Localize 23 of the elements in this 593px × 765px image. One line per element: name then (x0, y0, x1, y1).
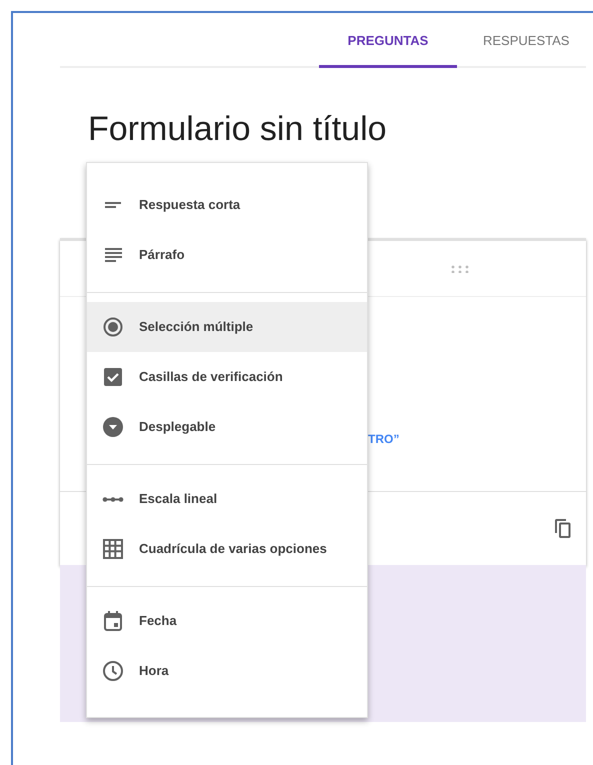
menu-item[interactable]: Escala lineal (87, 474, 367, 524)
clock-icon (102, 660, 124, 682)
tab[interactable]: PREGUNTAS (319, 13, 457, 68)
grid-icon (102, 538, 124, 560)
menu-item[interactable]: Cuadrícula de varias opciones (87, 524, 367, 574)
menu-item[interactable]: Fecha (87, 596, 367, 646)
dropdown-icon (102, 416, 124, 438)
add-option-link[interactable]: TRO” (368, 430, 400, 448)
menu-item[interactable]: Desplegable (87, 402, 367, 452)
menu-item[interactable]: Párrafo (87, 230, 367, 280)
checkbox-icon (102, 366, 124, 388)
radio-button-icon (102, 316, 124, 338)
menu-item[interactable]: Respuesta corta (87, 180, 367, 230)
menu-item[interactable]: Casillas de verificación (87, 352, 367, 402)
copy-icon[interactable] (554, 518, 572, 539)
menu-item[interactable]: Selección múltiple (87, 302, 367, 352)
form-title: Formulario sin título (88, 112, 387, 146)
menu-item[interactable]: Hora (87, 646, 367, 696)
linear-scale-icon (102, 496, 124, 502)
tab[interactable]: RESPUESTAS (457, 13, 581, 68)
calendar-icon (102, 610, 124, 632)
drag-handle-icon[interactable] (451, 264, 469, 272)
short-text-icon (105, 202, 121, 208)
